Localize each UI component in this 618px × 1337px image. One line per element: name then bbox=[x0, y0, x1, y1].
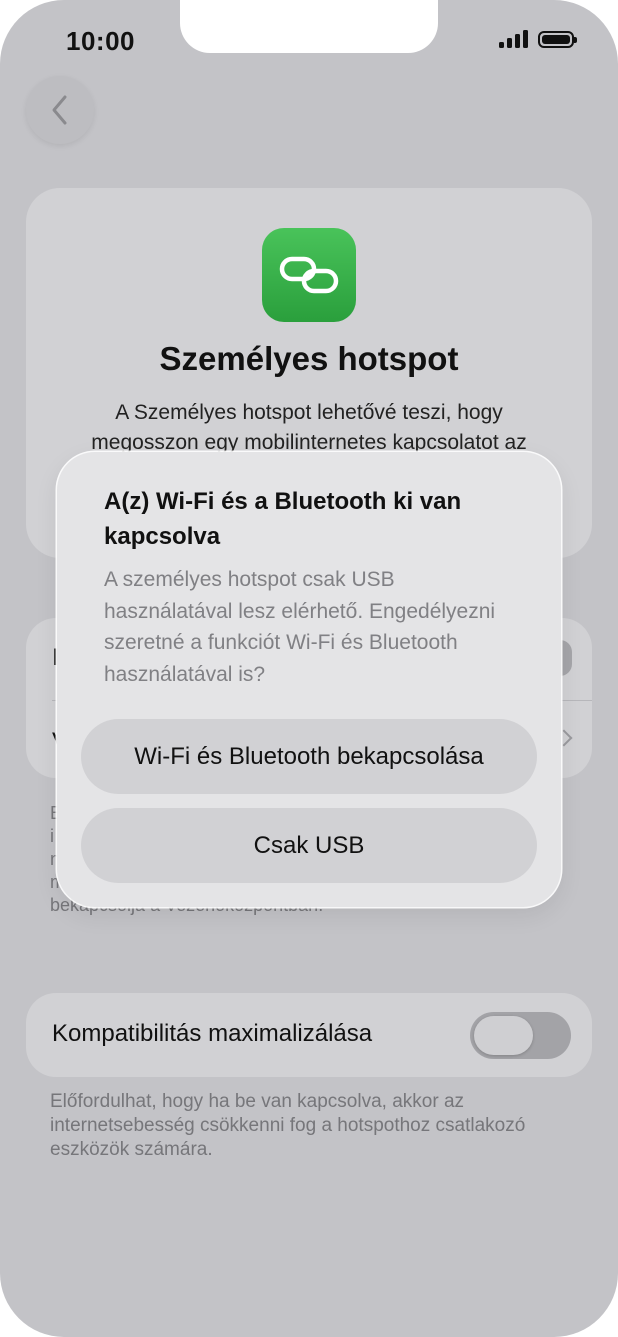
signal-icon bbox=[499, 30, 528, 48]
compatibility-description: Előfordulhat, hogy ha be van kapcsolva, … bbox=[50, 1091, 526, 1160]
link-icon bbox=[279, 256, 339, 294]
compatibility-label: Kompatibilitás maximalizálása bbox=[52, 1020, 373, 1047]
notch bbox=[180, 0, 438, 53]
hotspot-app-icon bbox=[262, 228, 356, 322]
toggle-knob bbox=[474, 1016, 533, 1055]
dialog-message: A személyes hotspot csak USB használatáv… bbox=[104, 568, 496, 686]
status-icons bbox=[499, 30, 577, 48]
dialog-title: A(z) Wi-Fi és a Bluetooth ki van kapcsol… bbox=[104, 488, 462, 550]
enable-wifi-bluetooth-button[interactable]: Wi-Fi és Bluetooth bekapcsolása bbox=[81, 719, 537, 794]
page-title: Személyes hotspot bbox=[159, 340, 459, 377]
battery-icon bbox=[538, 30, 577, 48]
usb-only-button[interactable]: Csak USB bbox=[81, 808, 537, 883]
phone-screen: 10:00 Személyes hotspot A Személyes hots… bbox=[0, 0, 618, 1337]
compatibility-toggle[interactable] bbox=[470, 1012, 571, 1059]
chevron-left-icon bbox=[52, 95, 67, 125]
hero-description: A Személyes hotspot lehetővé teszi, hogy… bbox=[91, 401, 527, 454]
back-button[interactable] bbox=[26, 76, 94, 144]
status-time: 10:00 bbox=[66, 26, 135, 56]
